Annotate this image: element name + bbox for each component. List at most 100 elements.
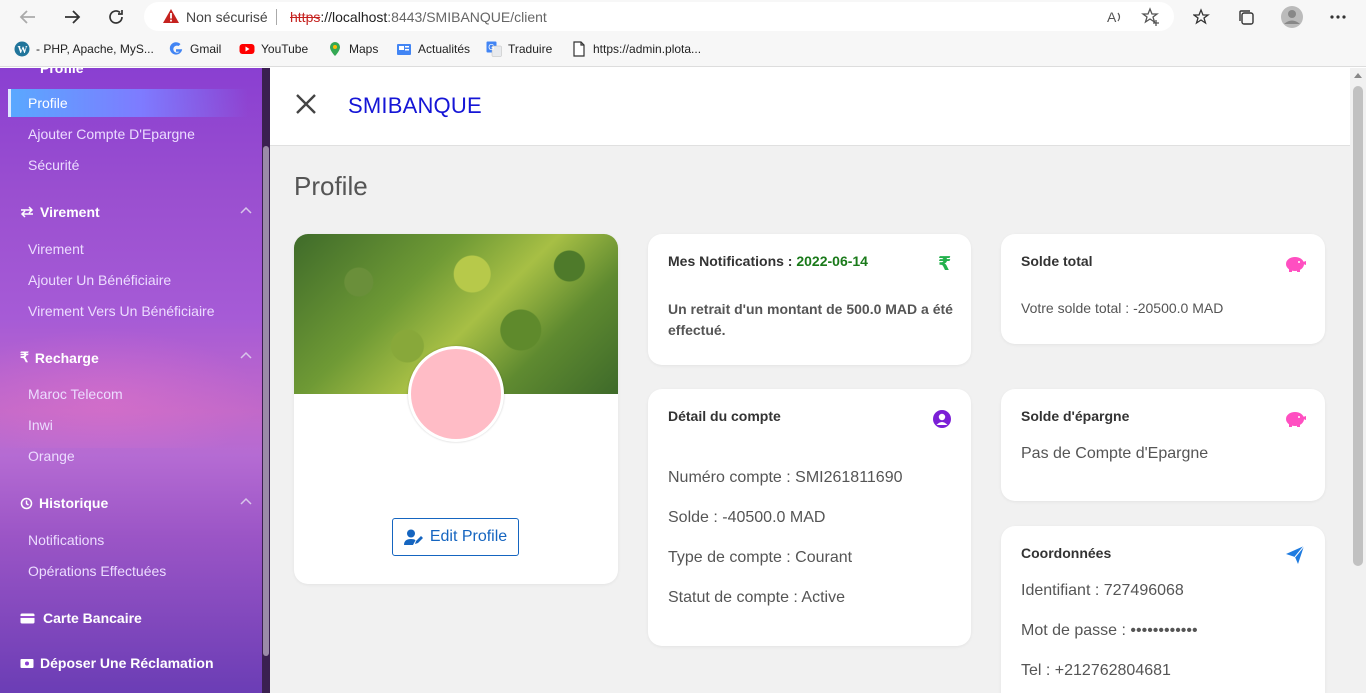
address-divider <box>276 9 277 25</box>
bookmark-traduire[interactable]: G Traduire <box>486 41 552 57</box>
notification-message-line1: Un retrait d'un montant de 500.0 MAD a é… <box>668 301 953 317</box>
maps-icon <box>330 42 340 56</box>
bookmark-youtube[interactable]: YouTube <box>239 41 308 57</box>
bookmark-label: - PHP, Apache, MyS... <box>36 42 154 56</box>
sidebar-scrollbar[interactable] <box>262 68 270 693</box>
address-bar[interactable]: Non sécurisé https://localhost:8443/SMIB… <box>144 2 1174 31</box>
avatar[interactable] <box>1281 6 1303 28</box>
sidebar-item-profile[interactable]: Profile <box>28 95 68 111</box>
page-scrollbar[interactable] <box>1350 68 1366 693</box>
sidebar-scroll-thumb[interactable] <box>263 146 269 656</box>
more-menu-icon[interactable] <box>1327 6 1349 28</box>
sidebar-section-historique[interactable]: Historique <box>20 495 108 511</box>
forward-icon[interactable] <box>60 5 84 29</box>
savings-text: Pas de Compte d'Epargne <box>1021 445 1209 462</box>
sidebar-item-maroc-telecom[interactable]: Maroc Telecom <box>28 386 123 402</box>
notifications-title: Mes Notifications : 2022-06-14 <box>668 253 868 269</box>
sidebar-item-ajouter-compte[interactable]: Ajouter Compte D'Epargne <box>28 126 195 142</box>
piggy-bank-icon <box>1286 257 1306 272</box>
url-text[interactable]: https://localhost:8443/SMIBANQUE/client <box>290 9 547 25</box>
sidebar-item-virement[interactable]: Virement <box>28 241 84 257</box>
chevron-up-icon[interactable] <box>240 351 252 359</box>
sidebar-item-virement-beneficiaire[interactable]: Virement Vers Un Bénéficiaire <box>28 303 215 319</box>
sidebar-section-recharge[interactable]: ₹ Recharge <box>20 349 99 366</box>
close-icon[interactable] <box>294 92 318 116</box>
back-icon[interactable] <box>16 5 40 29</box>
sidebar-section-profile[interactable]: Profile <box>40 68 84 76</box>
profile-card: Edit Profile <box>294 234 618 584</box>
sidebar-item-securite[interactable]: Sécurité <box>28 157 79 173</box>
telephone: Tel : +212762804681 <box>1021 662 1171 679</box>
bookmarks-bar: W - PHP, Apache, MyS... Gmail YouTube Ma… <box>0 33 1366 67</box>
sidebar-item-ajouter-beneficiaire[interactable]: Ajouter Un Bénéficiaire <box>28 272 171 288</box>
translate-icon: G <box>486 41 502 57</box>
account-type: Type de compte : Courant <box>668 549 853 566</box>
identifiant: Identifiant : 727496068 <box>1021 582 1184 599</box>
sidebar-item-notifications[interactable]: Notifications <box>28 532 104 548</box>
sidebar-item-reclamation[interactable]: Déposer Une Réclamation <box>20 655 214 671</box>
bookmark-php[interactable]: W - PHP, Apache, MyS... <box>14 41 154 57</box>
brand-title[interactable]: SMIBANQUE <box>348 93 482 119</box>
chevron-up-icon[interactable] <box>240 497 252 505</box>
solde-total-title: Solde total <box>1021 253 1093 269</box>
sidebar-item-carte-bancaire[interactable]: Carte Bancaire <box>20 610 142 626</box>
notifications-date: 2022-06-14 <box>796 253 868 269</box>
bookmark-label: https://admin.plota... <box>593 42 702 56</box>
sidebar-section-virement[interactable]: Virement <box>20 204 100 220</box>
exchange-icon <box>20 206 34 218</box>
svg-text:A: A <box>1107 9 1117 25</box>
user-circle-icon <box>933 410 951 428</box>
account-detail-card: Détail du compte Numéro compte : SMI2618… <box>648 389 971 646</box>
edit-profile-button[interactable]: Edit Profile <box>392 518 519 556</box>
read-aloud-icon[interactable]: A <box>1105 7 1125 27</box>
security-label[interactable]: Non sécurisé <box>186 9 268 25</box>
account-number: Numéro compte : SMI261811690 <box>668 469 903 486</box>
section-label: Recharge <box>34 349 99 366</box>
news-icon <box>397 44 411 55</box>
notifications-card: Mes Notifications : 2022-06-14 ₹ Un retr… <box>648 234 971 365</box>
coordinates-title: Coordonnées <box>1021 545 1112 561</box>
scroll-up-icon[interactable] <box>1354 72 1362 78</box>
section-label: Virement <box>40 204 100 220</box>
money-bill-icon <box>20 659 34 668</box>
chevron-up-icon[interactable] <box>240 206 252 214</box>
bookmark-label: Maps <box>349 42 379 56</box>
credit-card-icon <box>20 613 35 623</box>
bookmark-label: Gmail <box>190 42 222 56</box>
bookmark-maps[interactable]: Maps <box>327 41 378 57</box>
favorites-icon[interactable] <box>1191 6 1213 28</box>
main-header: SMIBANQUE <box>270 68 1350 146</box>
solde-total-text: Votre solde total : -20500.0 MAD <box>1021 300 1224 316</box>
wordpress-icon: W <box>14 41 30 57</box>
page-scroll-thumb[interactable] <box>1353 86 1363 566</box>
sidebar-label: Carte Bancaire <box>43 610 142 626</box>
rupee-icon: ₹ <box>20 349 29 365</box>
avatar <box>408 346 504 442</box>
sidebar-label: Déposer Une Réclamation <box>40 655 214 671</box>
add-favorite-icon[interactable] <box>1141 7 1161 27</box>
solde-total-card: Solde total Votre solde total : -20500.0… <box>1001 234 1325 344</box>
user-edit-icon <box>403 529 423 545</box>
page-icon <box>573 41 585 57</box>
savings-card: Solde d'épargne Pas de Compte d'Epargne <box>1001 389 1325 501</box>
bookmark-actualites[interactable]: Actualités <box>396 41 470 57</box>
page-title: Profile <box>294 171 368 201</box>
bookmark-admin[interactable]: https://admin.plota... <box>571 41 701 57</box>
browser-toolbar: Non sécurisé https://localhost:8443/SMIB… <box>0 0 1366 33</box>
collections-icon[interactable] <box>1235 6 1257 28</box>
piggy-bank-icon <box>1286 412 1306 427</box>
account-balance: Solde : -40500.0 MAD <box>668 509 826 526</box>
url-protocol: https <box>290 9 321 25</box>
bookmark-gmail[interactable]: Gmail <box>168 41 221 57</box>
url-path: :8443/SMIBANQUE/client <box>387 9 547 25</box>
youtube-icon <box>239 44 255 54</box>
sidebar-item-orange[interactable]: Orange <box>28 448 75 464</box>
password: Mot de passe : •••••••••••• <box>1021 622 1198 639</box>
svg-text:G: G <box>488 43 494 52</box>
account-detail-title: Détail du compte <box>668 408 781 424</box>
google-icon <box>169 42 183 55</box>
sidebar-item-operations[interactable]: Opérations Effectuées <box>28 563 166 579</box>
url-host: ://localhost <box>320 9 388 25</box>
sidebar-item-inwi[interactable]: Inwi <box>28 417 53 433</box>
reload-icon[interactable] <box>104 5 128 29</box>
